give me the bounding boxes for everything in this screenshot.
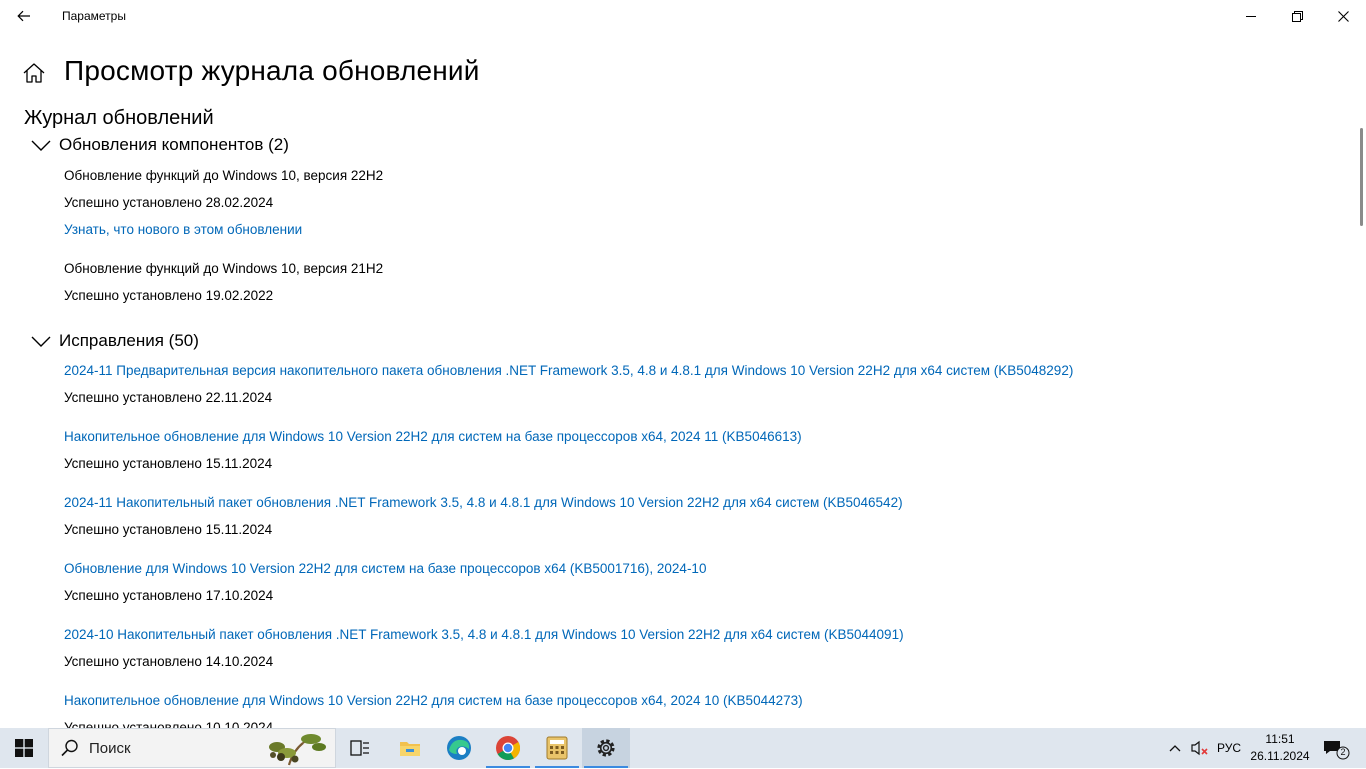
- minimize-button[interactable]: [1228, 0, 1274, 32]
- notification-count: 2: [1340, 747, 1346, 757]
- update-name: Обновление функций до Windows 10, версия…: [64, 261, 384, 276]
- notification-center-icon: [1324, 741, 1350, 760]
- chevron-up-icon: [1169, 745, 1181, 752]
- update-status: Успешно установлено 15.11.2024: [64, 522, 273, 537]
- update-status: Успешно установлено 19.02.2022: [64, 288, 274, 303]
- chrome-button[interactable]: [484, 728, 532, 768]
- taskbar: Поиск РУС 11:51 26.11.2024 2: [0, 728, 1366, 768]
- restore-icon: [1291, 10, 1303, 22]
- chrome-icon: [496, 736, 521, 761]
- search-placeholder: Поиск: [89, 739, 131, 757]
- chevron-down-icon: [31, 140, 51, 151]
- language-indicator: РУС: [1216, 741, 1242, 755]
- settings-icon: [597, 739, 615, 757]
- back-button[interactable]: [10, 4, 38, 28]
- update-status: Успешно установлено 15.11.2024: [64, 456, 273, 471]
- volume-muted-icon: [1191, 740, 1208, 756]
- update-status: Успешно установлено 14.10.2024: [64, 654, 274, 669]
- scrollbar[interactable]: [1360, 128, 1363, 226]
- update-status: Успешно установлено 28.02.2024: [64, 195, 274, 210]
- close-button[interactable]: [1320, 0, 1366, 32]
- update-history-heading: Журнал обновлений: [24, 107, 214, 129]
- update-status: Успешно установлено 10.10.2024: [64, 720, 274, 728]
- task-view-icon: [350, 740, 369, 756]
- back-arrow-icon: [17, 10, 30, 22]
- title-bar: Параметры: [0, 0, 1366, 32]
- search-box[interactable]: Поиск: [48, 728, 336, 768]
- input-language-button[interactable]: РУС: [1212, 728, 1246, 768]
- window-title: Параметры: [62, 9, 126, 23]
- file-explorer-icon: [400, 742, 420, 756]
- minimize-icon: [1246, 16, 1256, 17]
- clock[interactable]: 11:51 26.11.2024: [1248, 731, 1312, 765]
- calculator-app-icon: [546, 736, 568, 760]
- update-link[interactable]: 2024-10 Накопительный пакет обновления .…: [64, 627, 904, 642]
- close-icon: [1337, 10, 1349, 22]
- update-status: Успешно установлено 22.11.2024: [64, 390, 273, 405]
- edge-button[interactable]: [435, 728, 483, 768]
- chevron-down-icon: [31, 336, 51, 347]
- settings-button[interactable]: [582, 728, 630, 768]
- search-highlight-illustration: [269, 734, 326, 766]
- start-button[interactable]: [0, 728, 48, 768]
- edge-icon: [447, 736, 471, 760]
- task-view-button[interactable]: [336, 728, 384, 768]
- notifications-button[interactable]: 2: [1318, 732, 1358, 764]
- whats-new-link[interactable]: Узнать, что нового в этом обновлении: [64, 222, 302, 237]
- update-name: Обновление функций до Windows 10, версия…: [64, 168, 384, 183]
- calculator-app-button[interactable]: [533, 728, 581, 768]
- section-label: Обновления компонентов (2): [59, 135, 289, 154]
- update-history-page: Просмотр журнала обновлений Журнал обнов…: [0, 32, 1366, 728]
- update-link[interactable]: Накопительное обновление для Windows 10 …: [64, 429, 802, 444]
- windows-logo-icon: [15, 739, 33, 757]
- section-label: Исправления (50): [59, 331, 199, 350]
- restore-button[interactable]: [1274, 0, 1320, 32]
- section-feature-updates[interactable]: Обновления компонентов (2): [30, 135, 289, 155]
- page-title: Просмотр журнала обновлений: [64, 55, 480, 86]
- clock-date: 26.11.2024: [1250, 749, 1310, 763]
- update-link[interactable]: Обновление для Windows 10 Version 22H2 д…: [64, 561, 706, 576]
- file-explorer-button[interactable]: [386, 728, 434, 768]
- update-link[interactable]: Накопительное обновление для Windows 10 …: [64, 693, 803, 708]
- clock-time: 11:51: [1265, 732, 1295, 746]
- update-status: Успешно установлено 17.10.2024: [64, 588, 274, 603]
- search-icon: [61, 739, 78, 757]
- update-link[interactable]: 2024-11 Накопительный пакет обновления .…: [64, 495, 903, 510]
- show-hidden-icons-button[interactable]: [1164, 728, 1186, 768]
- update-link[interactable]: 2024-11 Предварительная версия накопител…: [64, 363, 1073, 378]
- home-icon[interactable]: [22, 62, 46, 84]
- volume-button[interactable]: [1188, 728, 1212, 768]
- section-quality-updates[interactable]: Исправления (50): [30, 331, 199, 351]
